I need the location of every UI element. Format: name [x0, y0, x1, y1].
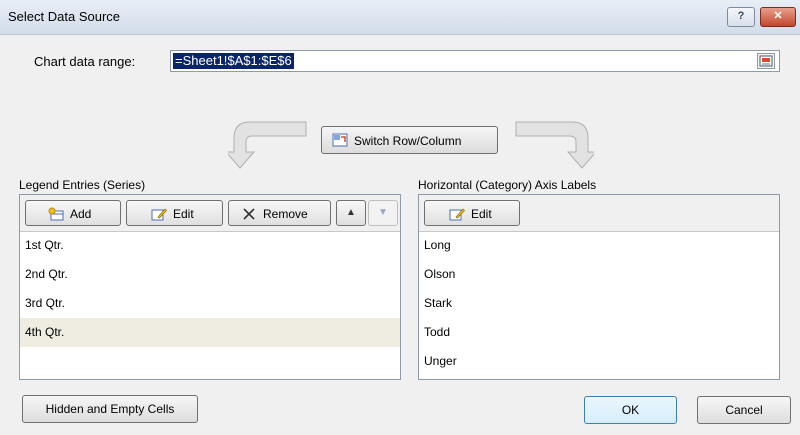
legend-entry[interactable]: 2nd Qtr.	[20, 260, 400, 289]
add-icon	[48, 207, 64, 221]
chart-data-range-input[interactable]: =Sheet1!$A$1:$E$6	[170, 50, 780, 72]
edit-series-button[interactable]: Edit	[126, 200, 223, 226]
close-button[interactable]: ✕	[760, 7, 796, 27]
cancel-button[interactable]: Cancel	[697, 396, 791, 424]
edit-series-label: Edit	[173, 207, 194, 221]
axis-labels-list: Long Olson Stark Todd Unger	[419, 231, 779, 379]
remove-icon	[243, 208, 255, 220]
collapse-dialog-button[interactable]	[757, 53, 775, 69]
remove-series-label: Remove	[263, 207, 308, 221]
chart-data-range-label: Chart data range:	[34, 54, 136, 69]
legend-entries-label: Legend Entries (Series)	[19, 178, 146, 192]
chart-data-range-value: =Sheet1!$A$1:$E$6	[173, 53, 294, 69]
hidden-empty-cells-button[interactable]: Hidden and Empty Cells	[22, 395, 198, 423]
legend-entries-panel: Add Edit Remove ▲ ▼ 1st Qtr. 2nd Qtr. 3r…	[19, 194, 401, 380]
range-select-icon	[759, 55, 773, 67]
legend-entry-selected[interactable]: 4th Qtr.	[20, 318, 400, 347]
axis-label-item[interactable]: Todd	[419, 318, 779, 347]
axis-label-item[interactable]: Olson	[419, 260, 779, 289]
select-data-source-dialog: Select Data Source ? ✕ Chart data range:…	[0, 0, 800, 435]
edit-icon	[151, 208, 167, 221]
move-down-icon: ▼	[378, 207, 388, 218]
legend-entry[interactable]: 1st Qtr.	[20, 231, 400, 260]
legend-entries-list: 1st Qtr. 2nd Qtr. 3rd Qtr. 4th Qtr.	[20, 231, 400, 379]
edit-axis-labels-button[interactable]: Edit	[424, 200, 520, 226]
remove-series-button[interactable]: Remove	[228, 200, 331, 226]
axis-label-item[interactable]: Stark	[419, 289, 779, 318]
arrow-right-icon	[515, 121, 594, 169]
axis-label-item[interactable]: Unger	[419, 347, 779, 376]
move-up-button[interactable]: ▲	[336, 200, 366, 226]
window-title: Select Data Source	[8, 9, 121, 24]
edit-axis-labels-label: Edit	[471, 207, 492, 221]
switch-row-column-button[interactable]: Switch Row/Column	[321, 126, 498, 154]
ok-button[interactable]: OK	[584, 396, 677, 424]
axis-toolbar: Edit	[419, 195, 779, 232]
switch-icon	[332, 133, 348, 147]
move-down-button[interactable]: ▼	[368, 200, 398, 226]
edit-icon	[449, 208, 465, 221]
help-button[interactable]: ?	[727, 7, 755, 27]
arrow-left-icon	[228, 121, 307, 169]
move-up-icon: ▲	[346, 207, 356, 218]
axis-label-item[interactable]: Long	[419, 231, 779, 260]
title-bar: Select Data Source ? ✕	[0, 0, 800, 35]
axis-labels-label: Horizontal (Category) Axis Labels	[418, 178, 597, 192]
switch-row-column-label: Switch Row/Column	[354, 134, 462, 148]
add-series-label: Add	[70, 207, 92, 221]
legend-toolbar: Add Edit Remove ▲ ▼	[20, 195, 400, 232]
add-series-button[interactable]: Add	[25, 200, 121, 226]
legend-entry[interactable]: 3rd Qtr.	[20, 289, 400, 318]
axis-labels-panel: Edit Long Olson Stark Todd Unger	[418, 194, 780, 380]
